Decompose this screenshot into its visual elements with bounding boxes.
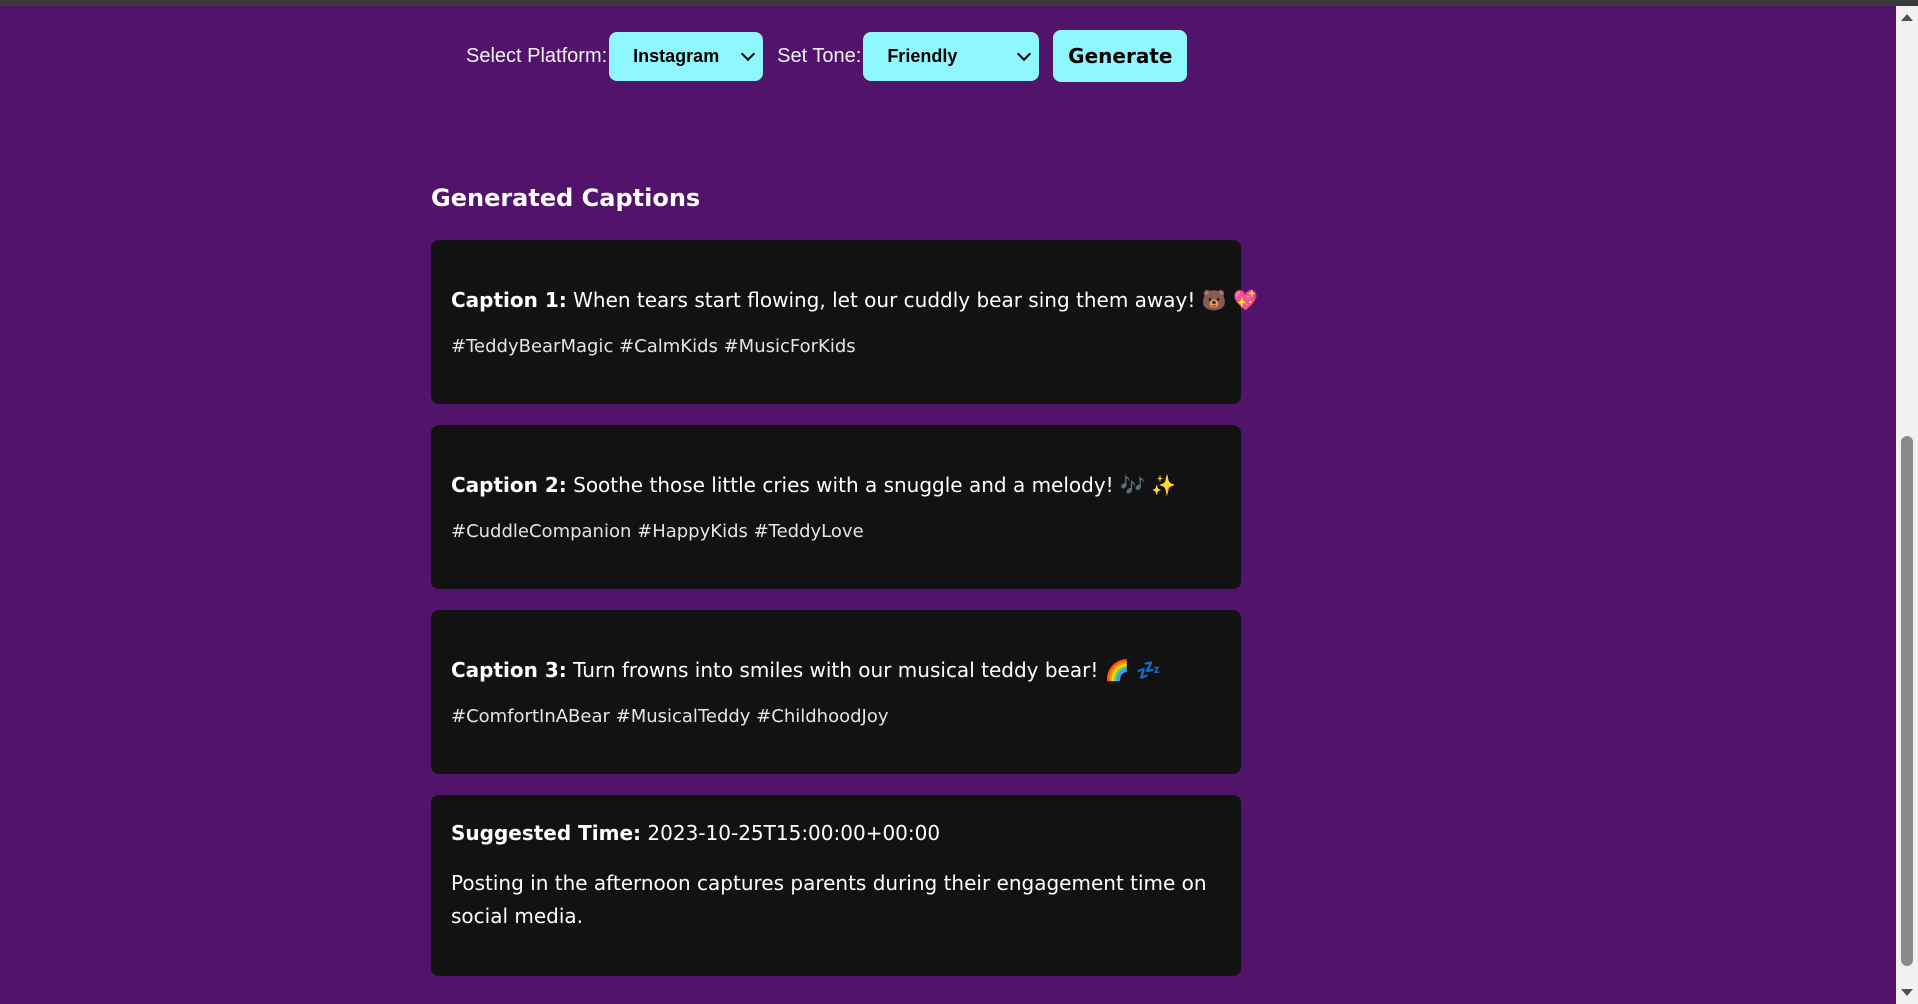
- caption-text: When tears start flowing, let our cuddly…: [573, 288, 1258, 312]
- caption-hashtags: #TeddyBearMagic #CalmKids #MusicForKids: [451, 336, 856, 357]
- caption-card: Caption 3: Turn frowns into smiles with …: [431, 610, 1241, 774]
- suggested-time-label: Suggested Time:: [451, 821, 642, 845]
- caption-card: Caption 2: Soothe those little cries wit…: [431, 425, 1241, 589]
- tone-selected-value: Friendly: [887, 45, 958, 66]
- caption-label: Caption 2:: [451, 473, 567, 497]
- scroll-down-arrow-icon[interactable]: [1901, 989, 1913, 996]
- suggested-time-value: 2023-10-25T15:00:00+00:00: [647, 821, 941, 845]
- platform-select[interactable]: Instagram: [609, 31, 764, 81]
- suggested-time-line: Suggested Time: 2023-10-25T15:00:00+00:0…: [451, 819, 1221, 847]
- tone-label: Set Tone:: [777, 44, 862, 67]
- caption-hashtags: #ComfortInABear #MusicalTeddy #Childhood…: [451, 706, 889, 727]
- chevron-down-icon: [1017, 46, 1032, 62]
- caption-text: Soothe those little cries with a snuggle…: [573, 473, 1177, 497]
- caption-line: Caption 2: Soothe those little cries wit…: [451, 471, 1221, 499]
- results-section: Generated Captions Caption 1: When tears…: [431, 184, 1258, 997]
- suggested-time-reason: Posting in the afternoon captures parent…: [451, 871, 1207, 928]
- tone-select[interactable]: Friendly: [863, 31, 1040, 81]
- results-heading: Generated Captions: [431, 184, 701, 212]
- page: Select Platform: Instagram Set Tone: Fri…: [0, 6, 1896, 1004]
- vertical-scrollbar[interactable]: [1896, 6, 1918, 1004]
- platform-selected-value: Instagram: [633, 45, 720, 66]
- platform-label: Select Platform:: [466, 44, 608, 67]
- generate-button[interactable]: Generate: [1053, 30, 1188, 82]
- scroll-up-arrow-icon[interactable]: [1901, 14, 1913, 21]
- caption-label: Caption 1:: [451, 288, 567, 312]
- caption-hashtags: #CuddleCompanion #HappyKids #TeddyLove: [451, 521, 864, 542]
- scrollbar-thumb[interactable]: [1901, 436, 1913, 966]
- caption-text: Turn frowns into smiles with our musical…: [573, 658, 1161, 682]
- controls-bar: Select Platform: Instagram Set Tone: Fri…: [466, 30, 1188, 82]
- caption-line: Caption 3: Turn frowns into smiles with …: [451, 656, 1221, 684]
- chevron-down-icon: [741, 46, 756, 62]
- caption-card: Caption 1: When tears start flowing, let…: [431, 240, 1258, 404]
- caption-line: Caption 1: When tears start flowing, let…: [451, 286, 1258, 314]
- caption-label: Caption 3:: [451, 658, 567, 682]
- suggested-time-card: Suggested Time: 2023-10-25T15:00:00+00:0…: [431, 795, 1241, 976]
